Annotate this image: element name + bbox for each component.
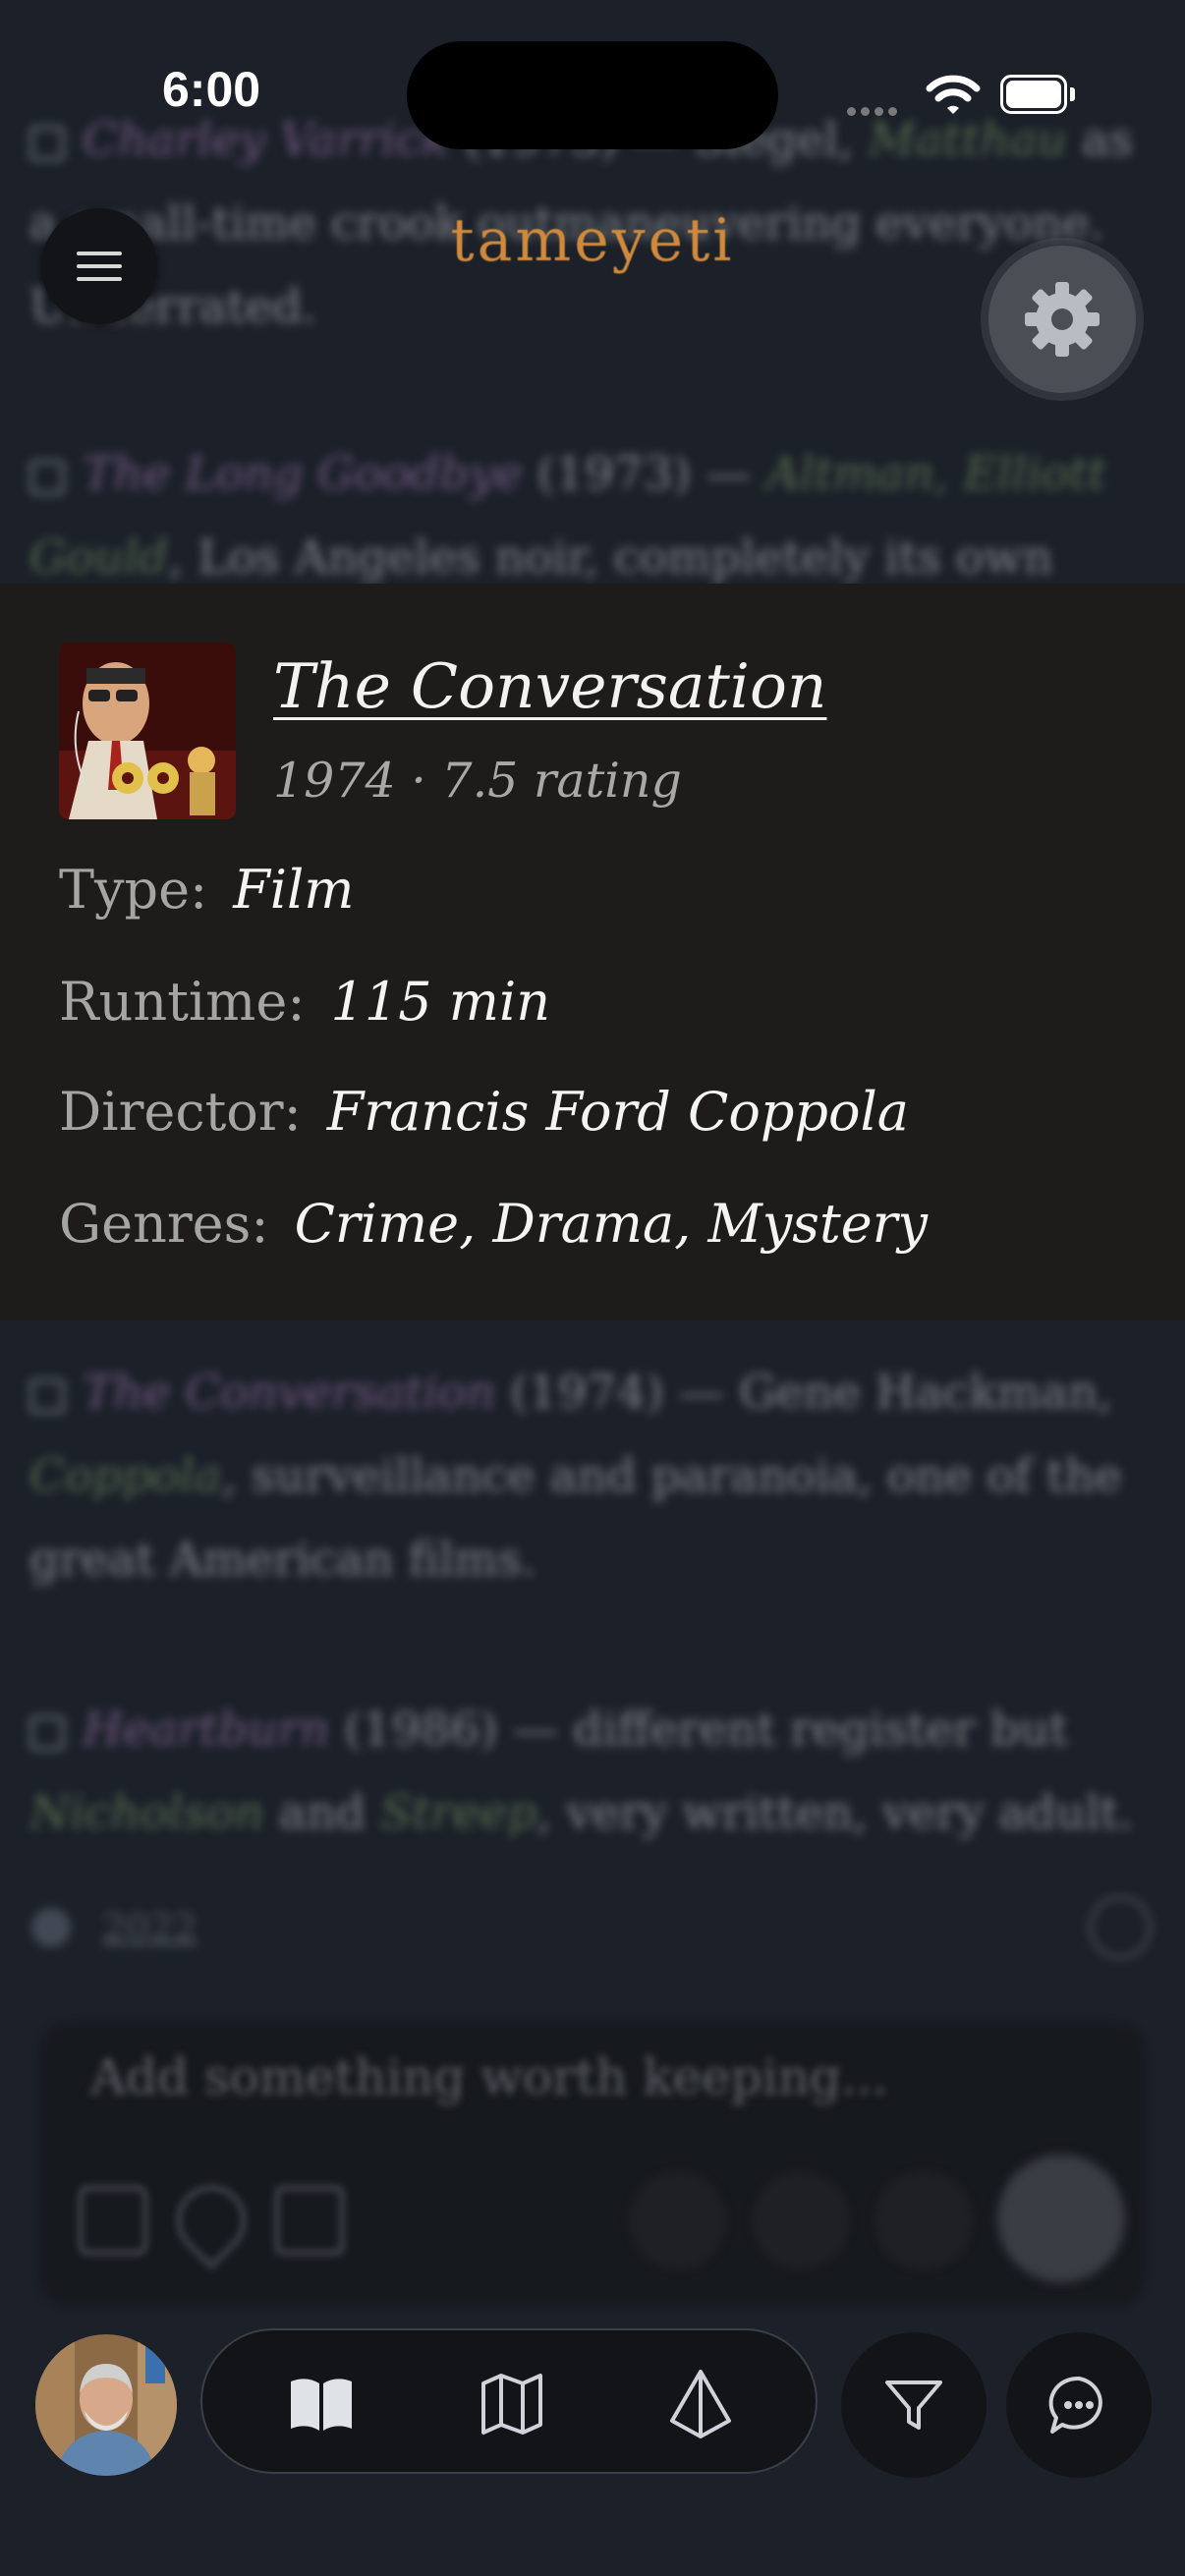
battery-icon <box>1000 75 1075 114</box>
wifi-icon <box>926 75 981 114</box>
poster-image <box>59 643 236 819</box>
row-label: Runtime: <box>59 971 306 1033</box>
row-value: 115 min <box>330 971 551 1033</box>
composer-input[interactable]: Add something worth keeping... <box>90 2048 888 2105</box>
chat-button[interactable] <box>1006 2332 1152 2478</box>
filter-button[interactable] <box>841 2332 987 2478</box>
send-button[interactable] <box>997 2155 1125 2282</box>
map-icon <box>481 2374 542 2435</box>
mic-button[interactable] <box>629 2171 727 2269</box>
row-value: Francis Ford Coppola <box>326 1081 909 1143</box>
settings-button[interactable] <box>988 246 1136 393</box>
detail-title[interactable]: The Conversation <box>273 650 826 722</box>
row-label: Genres: <box>59 1193 269 1255</box>
filter-icon <box>885 2380 942 2430</box>
feed-meta-row: 2022 <box>31 1896 1152 1959</box>
row-label: Type: <box>59 859 208 921</box>
checklist-icon[interactable] <box>275 2186 344 2255</box>
detail-row-director: Director: Francis Ford Coppola <box>59 1081 909 1143</box>
feed-entry: The Conversation (1974) — Gene Hackman, … <box>29 1366 1122 1587</box>
detail-subtitle: 1974 · 7.5 rating <box>273 753 682 809</box>
brand-title: tameyeti <box>450 206 735 275</box>
info-icon[interactable] <box>1089 1896 1152 1959</box>
tab-journal[interactable] <box>277 2360 366 2448</box>
signal-dots-icon <box>847 101 906 116</box>
checkbox[interactable] <box>29 1715 65 1751</box>
detail-row-runtime: Runtime: 115 min <box>59 971 550 1033</box>
camera-button[interactable] <box>875 2171 973 2269</box>
tab-prism[interactable] <box>656 2360 745 2448</box>
gear-icon <box>1025 282 1100 357</box>
tab-bar <box>200 2328 818 2474</box>
row-value: Film <box>233 859 355 921</box>
person-link[interactable]: Matthau <box>868 113 1066 167</box>
detail-row-type: Type: Film <box>59 859 354 921</box>
film-link[interactable]: Charley Varrick <box>83 113 449 167</box>
checkbox[interactable] <box>29 1378 65 1414</box>
checkbox[interactable] <box>29 460 65 495</box>
meta-date: 2022 <box>102 1906 198 1949</box>
person-link[interactable]: Streep <box>380 1786 536 1840</box>
image-attach-icon[interactable] <box>79 2186 147 2255</box>
book-icon <box>291 2379 352 2431</box>
audio-button[interactable] <box>752 2171 850 2269</box>
film-link[interactable]: The Conversation <box>83 1366 495 1420</box>
row-value: Crime, Drama, Mystery <box>294 1193 928 1255</box>
prism-icon <box>670 2370 731 2438</box>
avatar[interactable] <box>35 2334 177 2476</box>
row-label: Director: <box>59 1081 302 1143</box>
meta-dot-icon <box>31 1908 71 1947</box>
status-time: 6:00 <box>162 62 261 117</box>
person-link[interactable]: Nicholson <box>29 1786 264 1840</box>
detail-row-genres: Genres: Crime, Drama, Mystery <box>59 1193 928 1255</box>
feed-entry: Heartburn (1986) — different register bu… <box>29 1703 1134 1840</box>
checkbox[interactable] <box>29 126 65 161</box>
film-link[interactable]: The Long Goodbye <box>83 447 523 501</box>
person-link[interactable]: Coppola <box>29 1449 222 1503</box>
tab-map[interactable] <box>468 2360 556 2448</box>
dynamic-island <box>407 41 778 149</box>
chat-icon <box>1048 2376 1102 2434</box>
film-link[interactable]: Heartburn <box>83 1703 329 1757</box>
